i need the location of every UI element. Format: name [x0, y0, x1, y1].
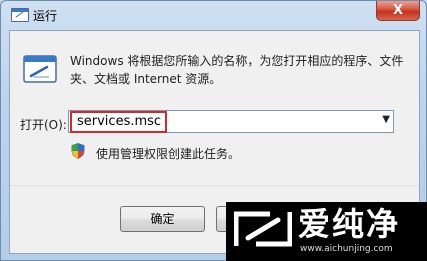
divider — [10, 185, 419, 186]
run-app-icon — [11, 8, 29, 22]
watermark-url: www.aichunjing.com — [300, 244, 393, 254]
open-field-label: 打开(O): — [20, 118, 67, 132]
watermark: 爱纯净 www.aichunjing.com — [226, 202, 427, 261]
watermark-text: 爱纯净 — [298, 205, 401, 243]
close-button[interactable]: X — [376, 1, 420, 21]
ok-button[interactable]: 确定 — [120, 206, 205, 232]
admin-note: 使用管理权限创建此任务。 — [96, 147, 241, 161]
uac-shield-icon — [71, 143, 85, 159]
open-input-value[interactable]: services.msc — [77, 114, 161, 129]
window-title: 运行 — [33, 9, 58, 23]
dropdown-arrow-icon[interactable]: ▼ — [382, 114, 390, 125]
title-bar[interactable]: 运行 X — [1, 1, 426, 29]
watermark-logo-icon — [234, 211, 292, 247]
description-text: Windows 将根据您所输入的名称，为您打开相应的程序、文件夹、文档或 Int… — [70, 54, 404, 86]
run-dialog-icon — [23, 55, 57, 83]
open-input[interactable]: services.msc ▼ — [68, 110, 394, 133]
